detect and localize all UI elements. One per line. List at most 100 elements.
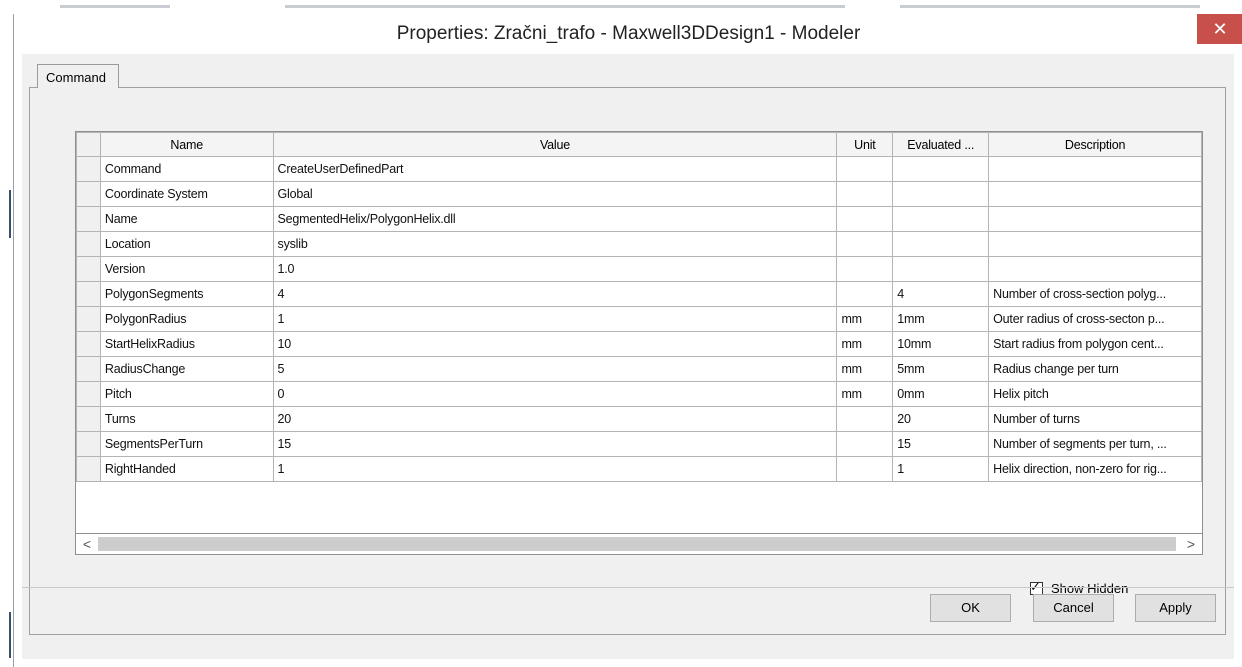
background-text-blur [60,5,170,8]
tab-command-label: Command [46,70,106,85]
property-grid: Name Value Unit Evaluated ... Descriptio… [75,131,1203,543]
scroll-left-icon[interactable]: < [76,534,98,554]
cell-unit[interactable] [836,181,894,207]
properties-dialog: Properties: Zračni_trafo - Maxwell3DDesi… [13,14,1242,667]
row-header[interactable] [76,181,101,207]
row-header[interactable] [76,331,101,357]
background-text-blur [285,5,845,8]
cell-name: RadiusChange [99,356,274,382]
row-header[interactable] [76,231,101,257]
cell-unit[interactable]: mm [836,331,894,357]
property-table: Name Value Unit Evaluated ... Descriptio… [76,132,1202,482]
cell-unit[interactable] [836,406,894,432]
row-header[interactable] [76,256,101,282]
cell-name: Pitch [99,381,274,407]
cell-description: Number of segments per turn, ... [988,431,1202,457]
cell-evaluated [892,256,990,282]
apply-button[interactable]: Apply [1135,594,1216,622]
scroll-right-icon[interactable]: > [1180,534,1202,554]
cell-unit[interactable]: mm [836,356,894,382]
horizontal-scrollbar[interactable]: < > [75,533,1203,555]
table-row[interactable]: RightHanded 1 1 Helix direction, non-zer… [76,456,1202,482]
cell-unit[interactable] [836,431,894,457]
cell-value[interactable]: Global [272,181,838,207]
cell-value[interactable]: SegmentedHelix/PolygonHelix.dll [272,206,838,232]
background-mark [9,612,11,658]
row-header[interactable] [76,156,101,182]
cell-unit[interactable] [836,281,894,307]
cell-value[interactable]: 1 [272,456,838,482]
cell-evaluated: 10mm [892,331,990,357]
cell-description [988,206,1202,232]
cell-unit[interactable]: mm [836,381,894,407]
row-header[interactable] [76,456,101,482]
tab-command[interactable]: Command [37,64,119,88]
cell-name: Coordinate System [99,181,274,207]
table-row[interactable]: SegmentsPerTurn 15 15 Number of segments… [76,431,1202,457]
row-header[interactable] [76,381,101,407]
background-mark [9,190,11,238]
cell-description: Start radius from polygon cent... [988,331,1202,357]
title-bar[interactable]: Properties: Zračni_trafo - Maxwell3DDesi… [14,14,1242,54]
table-row[interactable]: PolygonRadius 1 mm 1mm Outer radius of c… [76,306,1202,332]
cell-name: Command [99,156,274,182]
scrollbar-thumb[interactable] [98,537,1176,551]
cell-value[interactable]: 20 [272,406,838,432]
background-text-blur [900,5,1200,8]
table-row[interactable]: PolygonSegments 4 4 Number of cross-sect… [76,281,1202,307]
cell-description: Helix pitch [988,381,1202,407]
corner-cell [76,132,101,157]
cell-value[interactable]: 5 [272,356,838,382]
close-button[interactable]: ✕ [1197,14,1242,44]
table-row[interactable]: Command CreateUserDefinedPart [76,156,1202,182]
cell-value[interactable]: 4 [272,281,838,307]
row-header[interactable] [76,406,101,432]
cell-value[interactable]: 10 [272,331,838,357]
cell-unit[interactable]: mm [836,306,894,332]
column-header-unit[interactable]: Unit [836,132,894,157]
row-header[interactable] [76,306,101,332]
cell-name: RightHanded [99,456,274,482]
footer-divider [22,587,1234,588]
cancel-button[interactable]: Cancel [1033,594,1114,622]
table-row[interactable]: Location syslib [76,231,1202,257]
cell-name: StartHelixRadius [99,331,274,357]
cell-value[interactable]: 1 [272,306,838,332]
cell-value[interactable]: 0 [272,381,838,407]
cell-evaluated: 0mm [892,381,990,407]
cell-evaluated: 20 [892,406,990,432]
table-row[interactable]: StartHelixRadius 10 mm 10mm Start radius… [76,331,1202,357]
cell-description: Number of cross-section polyg... [988,281,1202,307]
cell-unit[interactable] [836,231,894,257]
cell-unit[interactable] [836,456,894,482]
table-row[interactable]: Turns 20 20 Number of turns [76,406,1202,432]
row-header[interactable] [76,356,101,382]
table-row[interactable]: Coordinate System Global [76,181,1202,207]
cell-value[interactable]: syslib [272,231,838,257]
cell-unit[interactable] [836,206,894,232]
cell-evaluated [892,206,990,232]
column-header-name[interactable]: Name [99,132,274,157]
table-row[interactable]: Version 1.0 [76,256,1202,282]
row-header[interactable] [76,281,101,307]
table-row[interactable]: Pitch 0 mm 0mm Helix pitch [76,381,1202,407]
cell-description [988,181,1202,207]
column-header-value[interactable]: Value [272,132,838,157]
cell-value[interactable]: 15 [272,431,838,457]
column-header-description[interactable]: Description [988,132,1202,157]
cell-evaluated [892,156,990,182]
cell-unit[interactable] [836,156,894,182]
table-row[interactable]: Name SegmentedHelix/PolygonHelix.dll [76,206,1202,232]
table-row[interactable]: RadiusChange 5 mm 5mm Radius change per … [76,356,1202,382]
show-hidden-checkbox[interactable]: ✓ [1030,579,1043,595]
row-header[interactable] [76,431,101,457]
cell-evaluated: 1mm [892,306,990,332]
cell-value[interactable]: CreateUserDefinedPart [272,156,838,182]
cell-unit[interactable] [836,256,894,282]
ok-button[interactable]: OK [930,594,1011,622]
cell-description: Outer radius of cross-secton p... [988,306,1202,332]
column-header-evaluated[interactable]: Evaluated ... [892,132,990,157]
row-header[interactable] [76,206,101,232]
cell-name: Version [99,256,274,282]
cell-value[interactable]: 1.0 [272,256,838,282]
